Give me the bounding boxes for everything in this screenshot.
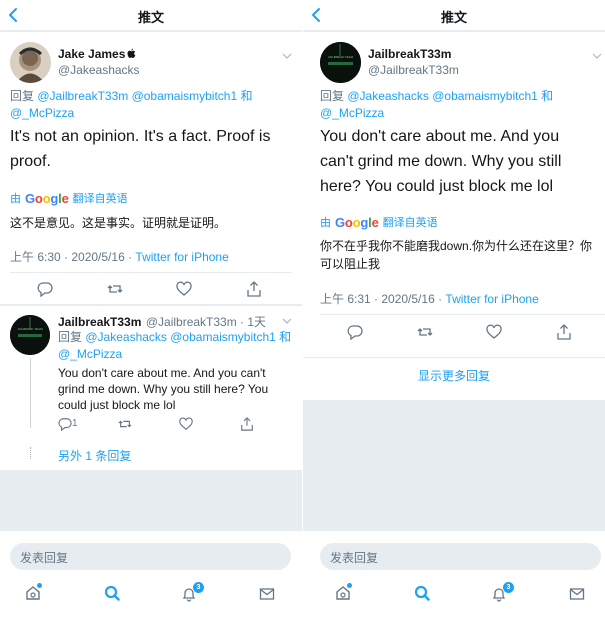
tweet-text: You don't care about me. And you can't g…: [58, 366, 269, 412]
like-icon[interactable]: [179, 417, 193, 431]
notifications-badge: 3: [503, 582, 514, 593]
author-handle: @Jakeashacks: [58, 63, 140, 77]
translate-link[interactable]: 由 Google 翻译自英语: [320, 214, 438, 230]
search-icon[interactable]: [104, 585, 120, 601]
page-title: 推文: [440, 10, 467, 25]
mention-links[interactable]: @Jakeashacks @obamaismybitch1 和 @_McPizz…: [58, 330, 291, 361]
divider: [320, 314, 605, 315]
author-name: JailbreakT33m: [58, 315, 142, 329]
share-icon[interactable]: [556, 324, 572, 340]
retweet-icon[interactable]: [417, 324, 433, 340]
author-handle: @JailbreakT33m: [368, 63, 459, 77]
screen: 推文 Jake James @Jakeashacks 回复 @Jailbreak…: [0, 0, 605, 620]
like-icon[interactable]: [486, 324, 502, 340]
reply-prefix: 回复: [320, 89, 345, 103]
left-screen: 推文 Jake James @Jakeashacks 回复 @Jailbreak…: [0, 0, 302, 620]
translate-prefix: 由: [10, 193, 21, 205]
author-handle: @JailbreakT33m · 1天: [145, 315, 267, 329]
reply-composer[interactable]: 发表回复: [10, 543, 291, 570]
translate-prefix: 由: [320, 217, 331, 229]
reply-icon[interactable]: [347, 324, 363, 340]
mention-links[interactable]: @JailbreakT33m @obamaismybitch1 和 @_McPi…: [10, 89, 252, 120]
show-more-replies-link[interactable]: 显示更多回复: [303, 367, 605, 384]
like-icon[interactable]: [176, 281, 192, 297]
translation-text: 这不是意见。这是事实。证明就是证明。: [10, 216, 227, 230]
share-icon[interactable]: [240, 417, 254, 431]
translate-label: 翻译自英语: [72, 193, 128, 205]
mention-links[interactable]: @Jakeashacks @obamaismybitch1 和 @_McPizz…: [320, 89, 553, 120]
google-logo: Google: [335, 214, 379, 230]
right-screen: 推文 JAILBREAK TEAM JailbreakT33m @Jailbre…: [303, 0, 605, 620]
main-tweet: JAILBREAK TEAM JailbreakT33m @JailbreakT…: [303, 32, 605, 357]
translate-link[interactable]: 由 Google 翻译自英语: [10, 190, 128, 206]
avatar[interactable]: JAILBREAK TEAM: [10, 315, 50, 355]
tweet-source[interactable]: Twitter for iPhone: [445, 292, 538, 306]
author-name: Jake James: [58, 47, 126, 61]
tweet-text: It's not an opinion. It's a fact. Proof …: [10, 128, 271, 170]
reply-prefix: 回复: [10, 89, 35, 103]
tweet-time: 上午 6:30 · 2020/5/16 ·: [10, 250, 136, 264]
notifications-badge: 3: [193, 582, 204, 593]
tweet-time: 上午 6:31 · 2020/5/16 ·: [320, 292, 446, 306]
google-logo: Google: [25, 190, 69, 206]
chevron-down-icon[interactable]: [282, 318, 292, 325]
reply-composer[interactable]: 发表回复: [320, 543, 601, 570]
translate-label: 翻译自英语: [382, 217, 438, 229]
home-new-dot: [347, 583, 352, 588]
tweet-text: You don't care about me. And you can't g…: [320, 128, 562, 195]
tweet-timestamp: 上午 6:31 · 2020/5/16 · Twitter for iPhone: [320, 290, 539, 307]
main-tweet: Jake James @Jakeashacks 回复 @JailbreakT33…: [0, 32, 302, 304]
chevron-down-icon[interactable]: [282, 53, 292, 60]
top-bar: 推文: [303, 0, 605, 31]
messages-icon[interactable]: [259, 586, 275, 602]
avatar[interactable]: JAILBREAK TEAM: [320, 42, 361, 83]
divider: [10, 272, 292, 273]
reply-context: 回复 @Jakeashacks @obamaismybitch1 和 @_McP…: [320, 88, 580, 122]
author-name: JailbreakT33m: [368, 47, 452, 61]
reply-count: 1: [72, 418, 78, 429]
reply-tweet: JAILBREAK TEAM JailbreakT33m @JailbreakT…: [0, 306, 302, 470]
search-icon[interactable]: [414, 585, 430, 601]
tweet-timestamp: 上午 6:30 · 2020/5/16 · Twitter for iPhone: [10, 248, 229, 265]
avatar[interactable]: [10, 42, 51, 83]
reply-context: 回复 @JailbreakT33m @obamaismybitch1 和 @_M…: [10, 88, 270, 122]
top-bar: 推文: [0, 0, 302, 31]
chevron-down-icon[interactable]: [592, 53, 602, 60]
avatar-text: JAILBREAK TEAM: [327, 55, 354, 59]
more-replies-link[interactable]: 另外 1 条回复: [58, 447, 131, 464]
home-new-dot: [37, 583, 42, 588]
thread-line: [30, 358, 31, 428]
tweet-source[interactable]: Twitter for iPhone: [135, 250, 228, 264]
avatar-text: JAILBREAK TEAM: [17, 327, 43, 331]
messages-icon[interactable]: [569, 586, 585, 602]
reply-icon[interactable]: [58, 417, 72, 431]
retweet-icon[interactable]: [107, 281, 123, 297]
share-icon[interactable]: [246, 281, 262, 297]
translation-text: 你不在乎我你不能磨我down.你为什么还在这里？你可以阻止我: [320, 239, 593, 271]
page-title: 推文: [137, 10, 164, 25]
reply-prefix: 回复: [58, 330, 83, 344]
reply-context: 回复 @Jakeashacks @obamaismybitch1 和 @_McP…: [58, 329, 298, 363]
retweet-icon[interactable]: [118, 417, 132, 431]
thread-dots: [30, 447, 31, 459]
apple-icon: [127, 48, 136, 58]
show-more-row: 显示更多回复: [303, 358, 605, 400]
reply-icon[interactable]: [37, 281, 53, 297]
